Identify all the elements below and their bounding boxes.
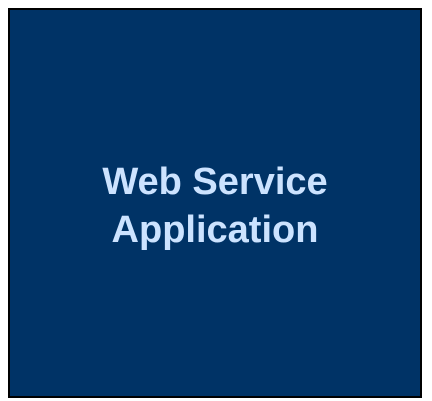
- box-label-line-1: Web Service: [102, 161, 328, 203]
- box-label-line-2: Application: [111, 209, 319, 251]
- web-service-application-box: Web Service Application: [8, 8, 422, 398]
- box-label: Web Service Application: [102, 158, 327, 254]
